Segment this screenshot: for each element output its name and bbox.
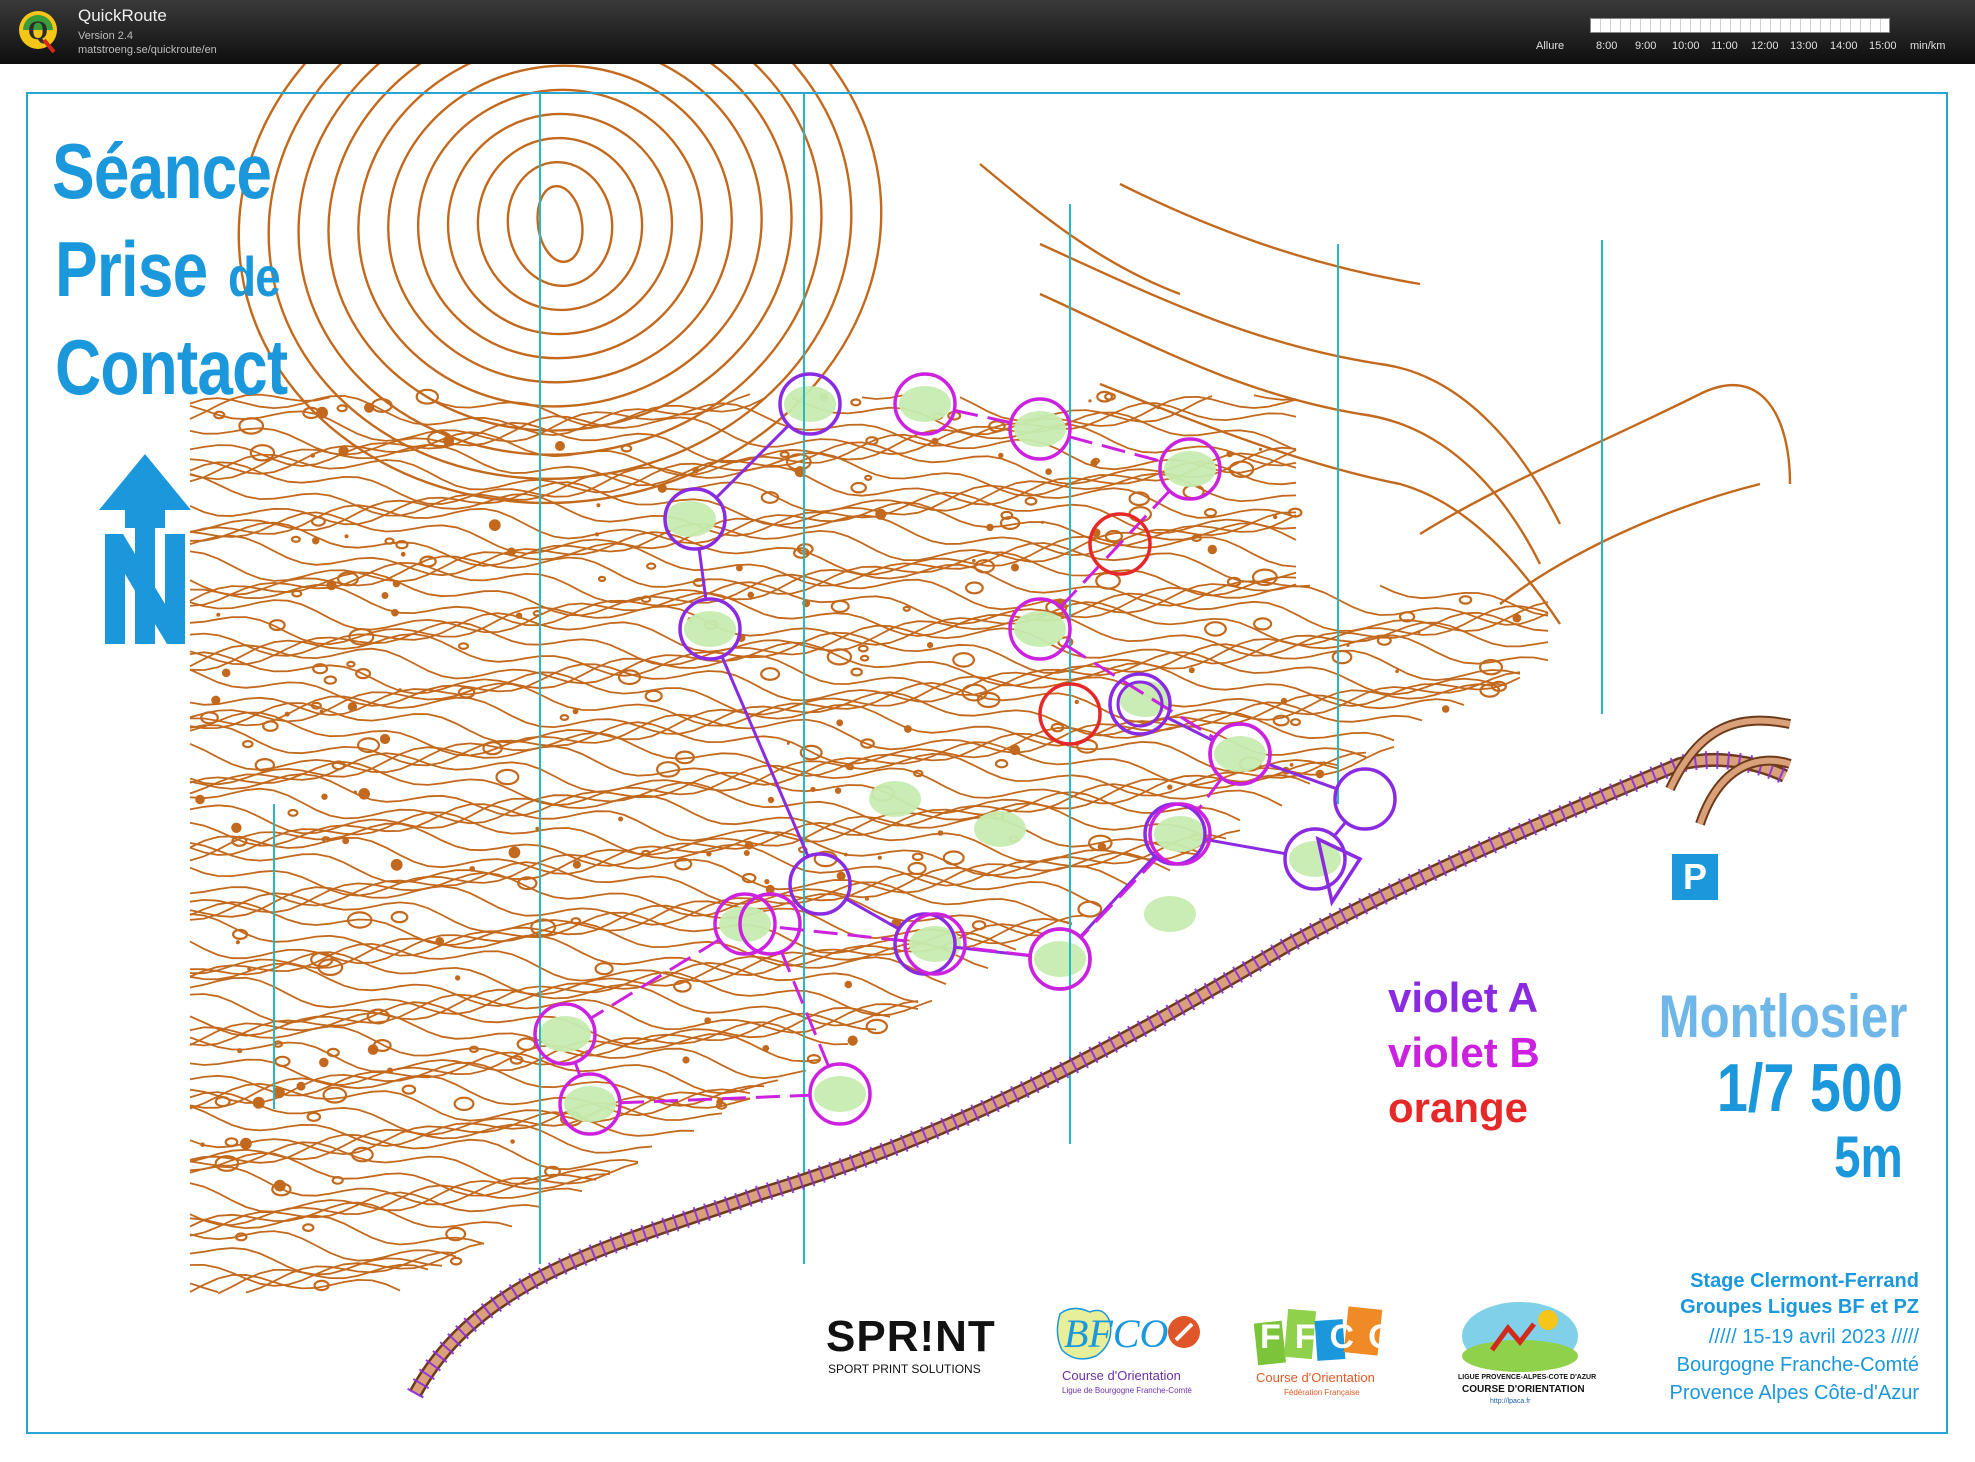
map-title-line3: Contact (55, 323, 288, 411)
pace-tick: 9:00 (1635, 40, 1657, 52)
map-frame (26, 92, 1948, 1434)
ffco-logo-text: FFCO (1260, 1318, 1409, 1356)
lpaca-line1: LIGUE PROVENCE-ALPES-COTE D'AZUR (1458, 1374, 1597, 1381)
map-title-line1: Séance (52, 127, 272, 215)
event-title: Stage Clermont-Ferrand (1690, 1270, 1919, 1292)
orienteering-map[interactable]: Séance Prise de Contact violet A violet … (0, 64, 1975, 1462)
bfco-line1: Course d'Orientation (1062, 1368, 1181, 1383)
map-place-name: Montlosier (1658, 983, 1907, 1050)
pace-tick: 8:00 (1596, 40, 1618, 52)
pace-tick: 11:00 (1711, 40, 1738, 52)
map-scale: 1/7 500 (1716, 1050, 1903, 1126)
ffco-line1: Course d'Orientation (1256, 1370, 1375, 1385)
sponsor-bfco-logo: BFCO Course d'Orientation Ligue de Bourg… (1052, 1304, 1212, 1404)
pace-tick: 14:00 (1830, 40, 1858, 52)
pace-tick: 12:00 (1751, 40, 1779, 52)
pace-tick: 15:00 (1869, 40, 1897, 52)
sponsor-ffco-logo: FFCO Course d'Orientation Fédération Fra… (1250, 1304, 1395, 1404)
lpaca-line2: COURSE D'ORIENTATION (1462, 1384, 1585, 1395)
ffco-line2: Fédération Française (1284, 1388, 1360, 1397)
event-groups: Groupes Ligues BF et PZ (1680, 1296, 1919, 1318)
pace-scale-bar (1590, 18, 1890, 33)
north-arrow-icon (99, 454, 191, 644)
legend-violet-a: violet A (1388, 974, 1539, 1021)
app-title: QuickRoute (78, 6, 167, 25)
pace-tick: 13:00 (1790, 40, 1818, 52)
sprint-logo-subtitle: SPORT PRINT SOLUTIONS (828, 1362, 981, 1376)
map-title-line2-suffix: de (228, 245, 281, 308)
app-version: Version 2.4 (78, 30, 134, 42)
lpaca-line3: http://lpaca.fr (1490, 1398, 1531, 1405)
lpaca-emblem-icon (1462, 1302, 1578, 1372)
sponsor-sprint-logo: SPR!NT SPORT PRINT SOLUTIONS (826, 1312, 995, 1382)
map-title-line2: Prise (55, 225, 208, 313)
event-region-1: Bourgogne Franche-Comté (1676, 1354, 1919, 1376)
event-region-2: Provence Alpes Côte-d'Azur (1669, 1382, 1919, 1404)
map-contour-interval: 5m (1834, 1125, 1903, 1190)
pace-tick: 10:00 (1672, 40, 1700, 52)
event-dates: ///// 15-19 avril 2023 ///// (1708, 1326, 1919, 1348)
sponsor-lpaca-logo: LIGUE PROVENCE-ALPES-COTE D'AZUR COURSE … (1450, 1298, 1596, 1408)
parking-icon: P (1672, 854, 1718, 900)
pace-scale-label: Allure (1536, 40, 1565, 52)
quickroute-logo-icon: Q (19, 11, 57, 54)
bfco-logo-text: BFCO (1064, 1311, 1169, 1356)
sprint-logo-text: SPR!NT (826, 1312, 996, 1361)
legend-violet-b: violet B (1388, 1029, 1540, 1076)
quickroute-header-bar: Q QuickRoute Version 2.4 matstroeng.se/q… (0, 0, 1975, 64)
bfco-line2: Ligue de Bourgogne Franche-Comté (1062, 1386, 1192, 1395)
pace-unit: min/km (1910, 40, 1946, 52)
legend-orange: orange (1388, 1084, 1529, 1131)
app-url[interactable]: matstroeng.se/quickroute/en (78, 44, 217, 56)
pace-scale-ticks: 8:00 9:00 10:00 11:00 12:00 13:00 14:00 … (1590, 40, 1945, 54)
